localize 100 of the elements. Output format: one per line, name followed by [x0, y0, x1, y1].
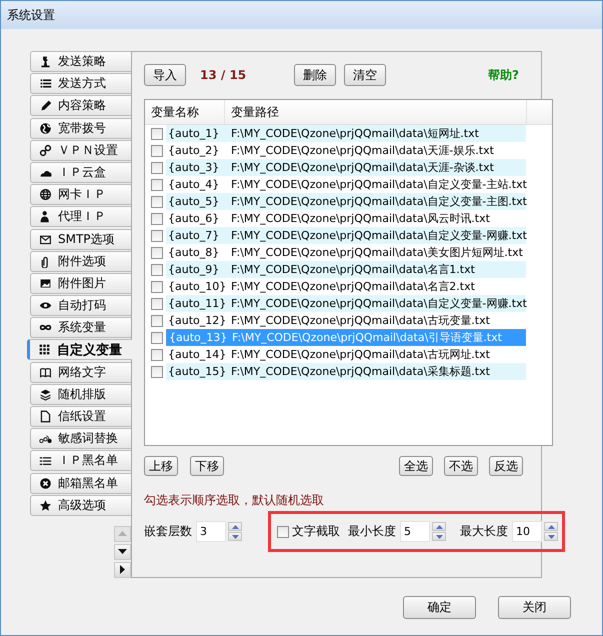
- cross-circle-icon: [39, 476, 52, 490]
- row-checkbox[interactable]: [151, 332, 163, 344]
- move-button[interactable]: 下移: [190, 456, 224, 476]
- pencil-icon: [39, 99, 52, 112]
- row-checkbox[interactable]: [151, 264, 163, 276]
- scroll-down-button[interactable]: [114, 544, 131, 560]
- row-checkbox[interactable]: [151, 196, 163, 208]
- list-row[interactable]: {auto_8} F:\MY_CODE\Qzone\prjQQmail\data\美女图片短网址.txt: [166, 244, 526, 261]
- sidebar-tab[interactable]: ＩＰ云盒: [30, 162, 131, 183]
- variable-path: F:\MY_CODE\Qzone\prjQQmail\data\天涯-杂谈.txt: [231, 160, 494, 175]
- sidebar-tab[interactable]: 邮箱黑名单: [30, 472, 131, 494]
- list-row[interactable]: {auto_5} F:\MY_CODE\Qzone\prjQQmail\data\自定义变量-主图.txt: [166, 193, 526, 210]
- sidebar-tab[interactable]: 附件选项: [30, 250, 131, 272]
- row-checkbox[interactable]: [151, 348, 163, 360]
- sidebar-tab[interactable]: 内容策略: [30, 95, 131, 116]
- sidebar-tab[interactable]: ＩＰ黑名单: [30, 450, 131, 472]
- list-row[interactable]: {auto_2} F:\MY_CODE\Qzone\prjQQmail\data\天涯-娱乐.txt: [166, 142, 526, 159]
- row-checkbox[interactable]: [151, 212, 163, 224]
- sidebar-tab[interactable]: 发送方式: [30, 73, 131, 94]
- sidebar-tab[interactable]: ＶＰＮ设置: [30, 140, 131, 161]
- sidebar-tab[interactable]: 发送策略: [30, 51, 131, 72]
- list-row[interactable]: {auto_10} F:\MY_CODE\Qzone\prjQQmail\data\名言2.txt: [166, 278, 526, 295]
- list-row[interactable]: {auto_3} F:\MY_CODE\Qzone\prjQQmail\data\天涯-杂谈.txt: [166, 159, 526, 176]
- sidebar-tab[interactable]: SMTP选项: [30, 228, 131, 250]
- truncate-label: 文字截取: [292, 523, 340, 540]
- close-button[interactable]: 关闭: [498, 596, 571, 619]
- variable-path: F:\MY_CODE\Qzone\prjQQmail\data\美女图片短网址.txt: [231, 245, 523, 260]
- spin-down-button[interactable]: [544, 532, 558, 541]
- sidebar-tab[interactable]: 敏感词替换: [30, 428, 131, 450]
- move-button[interactable]: 上移: [144, 456, 178, 476]
- row-checkbox[interactable]: [151, 298, 163, 310]
- column-header[interactable]: 变量名称: [145, 100, 225, 124]
- variable-path: F:\MY_CODE\Qzone\prjQQmail\data\名言1.txt: [231, 262, 475, 277]
- list-row[interactable]: {auto_6} F:\MY_CODE\Qzone\prjQQmail\data\风云时讯.txt: [166, 210, 526, 227]
- sidebar-tab[interactable]: 代理ＩＰ: [30, 206, 131, 228]
- list-row[interactable]: {auto_1} F:\MY_CODE\Qzone\prjQQmail\data\短网址.txt: [166, 125, 526, 142]
- column-header[interactable]: 变量路径: [225, 100, 527, 124]
- select-button[interactable]: 全选: [399, 456, 433, 476]
- list-row[interactable]: {auto_9} F:\MY_CODE\Qzone\prjQQmail\data\名言1.txt: [166, 261, 526, 278]
- spin-up-button[interactable]: [228, 522, 242, 531]
- list-row[interactable]: {auto_4} F:\MY_CODE\Qzone\prjQQmail\data\自定义变量-主站.txt: [166, 176, 526, 193]
- ok-button[interactable]: 确定: [403, 596, 476, 619]
- sidebar-tab[interactable]: 网络文字: [30, 362, 131, 383]
- image-icon: [39, 276, 52, 290]
- envelope-icon: [39, 232, 52, 246]
- row-checkbox[interactable]: [151, 246, 163, 258]
- sidebar-tab[interactable]: 信纸设置: [30, 406, 131, 427]
- counter: 13 / 15: [200, 68, 246, 82]
- nesting-field[interactable]: 3: [196, 521, 226, 542]
- variable-name: {auto_11}: [167, 297, 228, 310]
- sidebar-tab[interactable]: 宽带拨号: [30, 118, 131, 139]
- clear-button[interactable]: 清空: [344, 64, 386, 86]
- min-length-field[interactable]: 5: [400, 521, 430, 542]
- spin-down-button[interactable]: [432, 532, 446, 541]
- layers-icon: [39, 388, 52, 401]
- list-row[interactable]: {auto_12} F:\MY_CODE\Qzone\prjQQmail\data\古玩变量.txt: [166, 312, 526, 329]
- right-arrow-icon: [120, 565, 125, 574]
- import-button[interactable]: 导入: [144, 64, 186, 86]
- sidebar-tab[interactable]: 附件图片: [30, 272, 131, 294]
- spin-down-button[interactable]: [228, 532, 242, 541]
- scroll-right-button[interactable]: [114, 562, 131, 578]
- book-icon: [39, 366, 52, 379]
- down-arrow-icon: [118, 549, 127, 554]
- list-row[interactable]: {auto_15} F:\MY_CODE\Qzone\prjQQmail\data\采集标题.txt: [166, 363, 526, 380]
- row-checkbox[interactable]: [151, 366, 163, 378]
- spin-up-button[interactable]: [432, 522, 446, 531]
- row-checkbox[interactable]: [151, 280, 163, 292]
- row-checkbox[interactable]: [151, 314, 163, 326]
- variable-path: F:\MY_CODE\Qzone\prjQQmail\data\自定义变量-网赚.txt: [231, 296, 527, 311]
- variable-name: {auto_15}: [167, 365, 228, 378]
- list-icon: [39, 77, 52, 90]
- sidebar-tab[interactable]: 自动打码: [30, 295, 131, 316]
- list-row[interactable]: {auto_7} F:\MY_CODE\Qzone\prjQQmail\data\自定义变量-网赚.txt: [166, 227, 526, 244]
- row-checkbox[interactable]: [151, 128, 163, 140]
- spin-up-button[interactable]: [544, 522, 558, 531]
- row-checkbox[interactable]: [151, 178, 163, 190]
- select-button[interactable]: 不选: [444, 456, 478, 476]
- max-length-label: 最大长度: [460, 523, 508, 540]
- list-row[interactable]: {auto_14} F:\MY_CODE\Qzone\prjQQmail\data\古玩网址.txt: [166, 346, 526, 363]
- up-arrow-icon: [232, 524, 238, 528]
- sidebar-tab[interactable]: 自定义变量: [27, 339, 132, 360]
- variable-name: {auto_8}: [167, 246, 220, 259]
- nesting-label: 嵌套层数: [144, 523, 192, 540]
- sidebar-tab[interactable]: 高级选项: [30, 494, 131, 516]
- select-button[interactable]: 反选: [489, 456, 523, 476]
- variable-name: {auto_13}: [168, 331, 228, 344]
- row-checkbox[interactable]: [151, 144, 163, 156]
- sidebar-tab[interactable]: 随机排版: [30, 384, 131, 405]
- variable-path: F:\MY_CODE\Qzone\prjQQmail\data\名言2.txt: [231, 279, 475, 294]
- list-row[interactable]: {auto_11} F:\MY_CODE\Qzone\prjQQmail\data\自定义变量-网赚.txt: [166, 295, 526, 312]
- row-checkbox[interactable]: [151, 230, 163, 242]
- row-checkbox[interactable]: [151, 162, 163, 174]
- variable-path: F:\MY_CODE\Qzone\prjQQmail\data\自定义变量-主站.txt: [231, 177, 527, 192]
- sidebar-tab[interactable]: 网卡ＩＰ: [30, 184, 131, 206]
- delete-button[interactable]: 删除: [294, 64, 336, 86]
- truncate-checkbox[interactable]: [277, 526, 289, 538]
- sidebar-tab[interactable]: 系统变量: [30, 317, 131, 338]
- variable-path: F:\MY_CODE\Qzone\prjQQmail\data\短网址.txt: [231, 126, 479, 141]
- max-length-field[interactable]: 10: [512, 521, 542, 542]
- help-link[interactable]: 帮助?: [488, 66, 519, 84]
